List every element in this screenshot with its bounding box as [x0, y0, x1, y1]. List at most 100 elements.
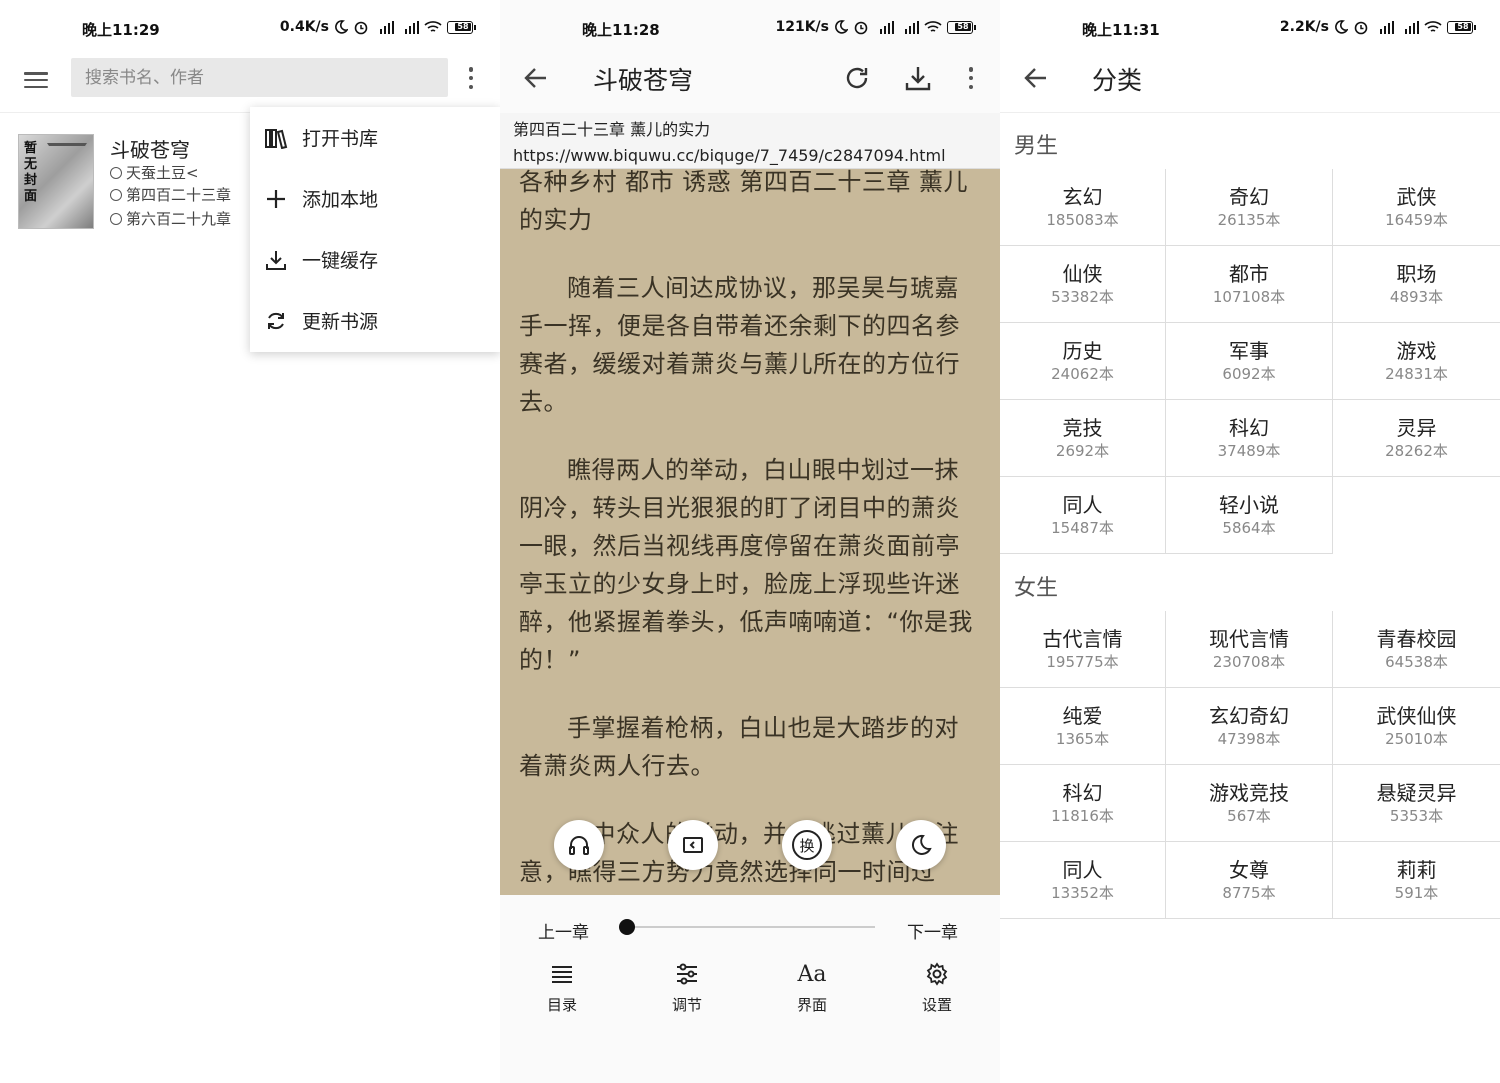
read-aloud-button[interactable]: [554, 820, 604, 870]
chapter-progress-slider[interactable]: [625, 926, 875, 928]
category-name: 灵异: [1333, 415, 1500, 441]
moon-icon: [1334, 20, 1348, 34]
list-icon: [550, 964, 574, 984]
category-cell[interactable]: 女尊8775本: [1166, 842, 1333, 919]
menu-item-cache-all[interactable]: 一键缓存: [250, 229, 500, 290]
sliders-icon: [675, 963, 699, 985]
category-cell[interactable]: 都市107108本: [1166, 246, 1333, 323]
category-cell[interactable]: 纯爱1365本: [1000, 688, 1166, 765]
category-count: 24831本: [1333, 364, 1500, 384]
category-cell[interactable]: 历史24062本: [1000, 323, 1166, 400]
status-icons: 2.2K/s 58: [1280, 19, 1476, 35]
category-cell[interactable]: 轻小说5864本: [1166, 477, 1333, 554]
menu-item-add-local[interactable]: 添加本地: [250, 168, 500, 229]
toc-button[interactable]: 目录: [532, 960, 592, 1015]
category-cell[interactable]: 玄幻185083本: [1000, 169, 1166, 246]
book-read-chapter: 第四百二十三章: [110, 184, 231, 205]
category-count: 6092本: [1166, 364, 1332, 384]
swap-icon: 换: [792, 830, 822, 860]
night-mode-button[interactable]: [896, 820, 946, 870]
paragraph: 手掌握着枪柄，白山也是大踏步的对着萧炎两人行去。: [519, 709, 980, 785]
category-count: 4893本: [1333, 287, 1500, 307]
menu-item-open-library[interactable]: 打开书库: [250, 107, 500, 168]
alarm-icon: [1353, 19, 1369, 35]
category-name: 奇幻: [1166, 184, 1332, 210]
signal-icon: [899, 21, 919, 34]
category-name: 轻小说: [1166, 492, 1332, 518]
category-cell[interactable]: 军事6092本: [1166, 323, 1333, 400]
category-cell[interactable]: 武侠仙侠25010本: [1333, 688, 1500, 765]
signal-icon: [874, 21, 894, 34]
category-cell[interactable]: 仙侠53382本: [1000, 246, 1166, 323]
reader-toolbar: 斗破苍穹: [500, 56, 1000, 113]
next-chapter-button[interactable]: 下一章: [907, 918, 958, 943]
category-cell[interactable]: 古代言情195775本: [1000, 611, 1166, 688]
settings-button[interactable]: 设置: [907, 960, 967, 1015]
category-count: 230708本: [1166, 652, 1332, 672]
battery-icon: 58: [947, 21, 976, 34]
cover-placeholder-text: 暂无封面: [24, 141, 40, 205]
paragraph: 随着三人间达成协议，那吴昊与琥嘉手一挥，便是各自带着还余剩下的四名参赛者，缓缓对…: [519, 269, 980, 421]
category-name: 女尊: [1166, 857, 1332, 883]
prev-chapter-button[interactable]: 上一章: [538, 918, 589, 943]
bookshelf-screen: 晚上11:29 0.4K/s 58 暂无封面 斗破苍穹 天蚕土豆< 第四百二十三…: [0, 0, 500, 1083]
category-cell[interactable]: 游戏24831本: [1333, 323, 1500, 400]
category-count: 1365本: [1000, 729, 1165, 749]
menu-item-update-source[interactable]: 更新书源: [250, 290, 500, 351]
signal-icon: [1399, 21, 1419, 34]
refresh-icon[interactable]: [842, 63, 872, 93]
category-cell[interactable]: 职场4893本: [1333, 246, 1500, 323]
auto-page-button[interactable]: [668, 820, 718, 870]
category-name: 玄幻: [1000, 184, 1165, 210]
category-cell[interactable]: 科幻37489本: [1166, 400, 1333, 477]
category-screen: 晚上11:31 2.2K/s 58 分类 男生 玄幻185083本奇幻26135…: [1000, 0, 1500, 1083]
category-name: 仙侠: [1000, 261, 1165, 287]
category-count: 2692本: [1000, 441, 1165, 461]
category-cell[interactable]: 同人15487本: [1000, 477, 1166, 554]
more-options-icon[interactable]: [461, 63, 481, 93]
category-cell[interactable]: 奇幻26135本: [1166, 169, 1333, 246]
more-options-icon[interactable]: [961, 63, 981, 93]
slider-thumb[interactable]: [619, 919, 635, 935]
status-time: 晚上11:29: [82, 19, 160, 40]
replace-source-button[interactable]: 换: [782, 820, 832, 870]
chapter-info-bar: 第四百二十三章 薰儿的实力 https://www.biquwu.cc/biqu…: [500, 113, 1000, 169]
category-name: 莉莉: [1333, 857, 1500, 883]
compass-icon: [110, 213, 122, 225]
chapter-url[interactable]: https://www.biquwu.cc/biquge/7_7459/c284…: [513, 143, 987, 169]
category-cell[interactable]: 竞技2692本: [1000, 400, 1166, 477]
plus-icon: [264, 187, 288, 211]
category-cell[interactable]: 灵异28262本: [1333, 400, 1500, 477]
bookshelf-toolbar: [0, 56, 500, 113]
back-arrow-icon[interactable]: [1021, 63, 1051, 93]
status-time: 晚上11:31: [1082, 19, 1160, 40]
book-author: 天蚕土豆<: [110, 162, 199, 183]
signal-icon: [399, 21, 419, 34]
library-icon: [264, 127, 288, 149]
category-cell[interactable]: 青春校园64538本: [1333, 611, 1500, 688]
search-input[interactable]: [71, 58, 448, 97]
battery-icon: 58: [1447, 21, 1476, 34]
category-cell[interactable]: 现代言情230708本: [1166, 611, 1333, 688]
category-cell[interactable]: 游戏竞技567本: [1166, 765, 1333, 842]
category-cell[interactable]: 同人13352本: [1000, 842, 1166, 919]
category-cell[interactable]: 莉莉591本: [1333, 842, 1500, 919]
reader-content[interactable]: 各种乡村 都市 诱惑 第四百二十三章 薰儿的实力 随着三人间达成协议，那吴昊与琥…: [500, 169, 1000, 895]
adjust-button[interactable]: 调节: [657, 960, 717, 1015]
moon-icon: [834, 20, 848, 34]
category-cell[interactable]: 科幻11816本: [1000, 765, 1166, 842]
category-cell[interactable]: 悬疑灵异5353本: [1333, 765, 1500, 842]
category-name: 悬疑灵异: [1333, 780, 1500, 806]
download-icon[interactable]: [903, 63, 933, 93]
category-cell[interactable]: 玄幻奇幻47398本: [1166, 688, 1333, 765]
category-count: 567本: [1166, 806, 1332, 826]
interface-button[interactable]: Aa 界面: [782, 960, 842, 1015]
back-arrow-icon[interactable]: [521, 63, 551, 93]
reader-screen: 晚上11:28 121K/s 58 斗破苍穹 第四百二十三章 薰儿的实力 htt…: [500, 0, 1000, 1083]
category-name: 同人: [1000, 492, 1165, 518]
headphones-icon: [567, 833, 591, 857]
category-cell[interactable]: 武侠16459本: [1333, 169, 1500, 246]
menu-icon[interactable]: [22, 66, 50, 94]
category-name: 军事: [1166, 338, 1332, 364]
status-bar: 晚上11:28 121K/s 58: [500, 0, 1000, 56]
